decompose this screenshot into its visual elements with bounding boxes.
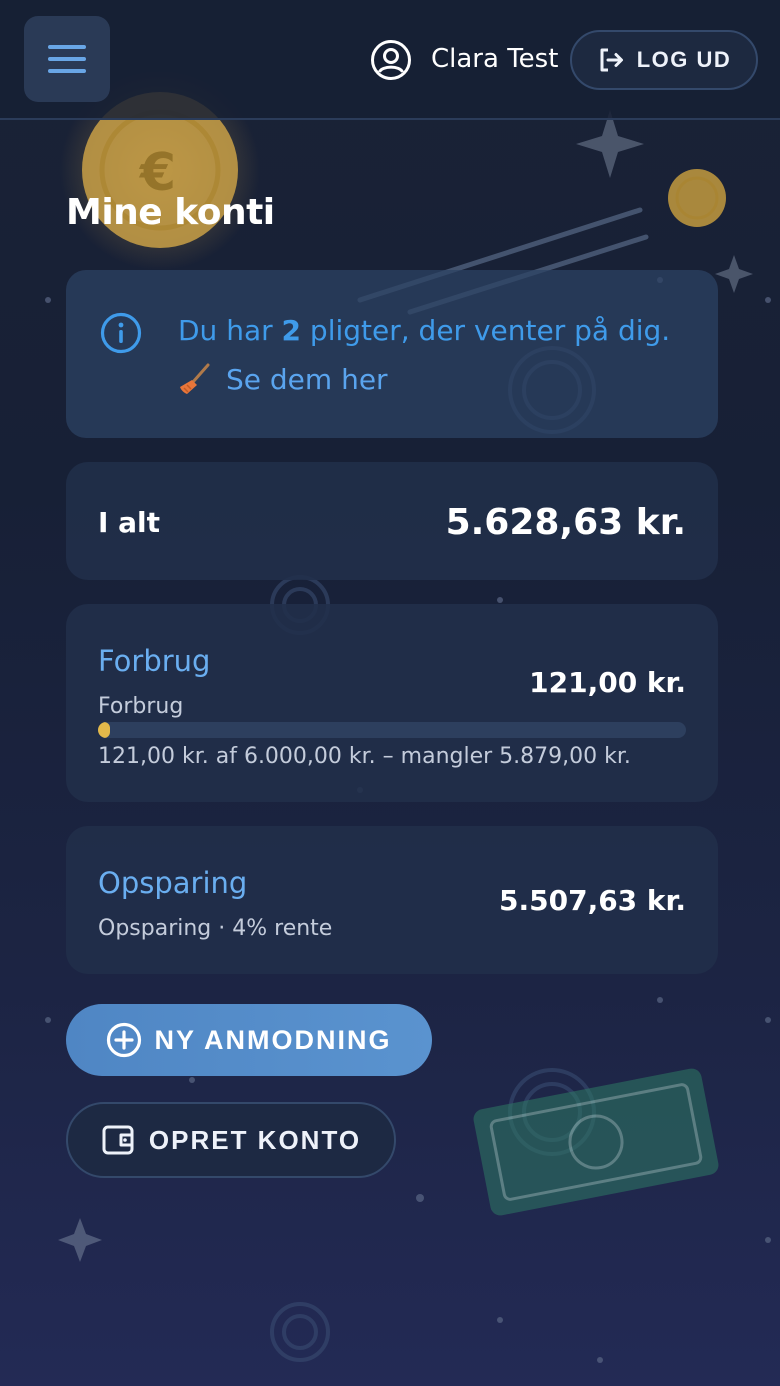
- broom-icon: [180, 363, 210, 394]
- see-chores-label: Se dem her: [226, 362, 388, 396]
- menu-icon-bar-2: [48, 57, 86, 61]
- top-bar: Clara Test LOG UD: [0, 0, 780, 120]
- create-account-label: OPRET KONTO: [148, 1124, 362, 1155]
- total-balance-card: I alt 5.628,63 kr.: [66, 462, 718, 580]
- star-dots: [45, 277, 771, 1363]
- spending-progress-text: 121,00 kr. af 6.000,00 kr. – mangler 5.8…: [98, 744, 631, 769]
- notice-prefix: Du har: [178, 314, 282, 347]
- account-subtitle: Opsparing · 4% rente: [98, 916, 333, 941]
- wallet-icon: [102, 1125, 134, 1155]
- notice-suffix: pligter, der venter på dig.: [301, 314, 671, 347]
- account-name: Opsparing: [98, 866, 248, 900]
- menu-button[interactable]: [24, 16, 110, 102]
- account-card-opsparing[interactable]: Opsparing Opsparing · 4% rente 5.507,63 …: [66, 826, 718, 974]
- chores-notice: Du har 2 pligter, der venter på dig. Se …: [66, 270, 718, 438]
- account-subtitle: Forbrug: [98, 694, 184, 719]
- see-chores-link[interactable]: Se dem her: [178, 362, 388, 396]
- account-balance: 121,00 kr.: [529, 666, 686, 699]
- total-label: I alt: [98, 506, 161, 539]
- info-icon: [100, 312, 142, 354]
- menu-icon: [48, 45, 86, 49]
- chores-count: 2: [281, 314, 302, 347]
- user-name: Clara Test: [431, 44, 559, 74]
- account-card-forbrug[interactable]: Forbrug Forbrug 121,00 kr. 121,00 kr. af…: [66, 604, 718, 802]
- create-account-button[interactable]: OPRET KONTO: [66, 1102, 396, 1178]
- chores-notice-text: Du har 2 pligter, der venter på dig.: [178, 314, 670, 347]
- small-gold-coin-icon: [668, 169, 726, 227]
- plus-circle-icon: [107, 1022, 142, 1058]
- banknote-icon: [473, 1068, 719, 1216]
- spending-progress-bar: [98, 722, 686, 738]
- menu-icon-bar-3: [48, 69, 86, 73]
- logout-icon: [600, 48, 623, 72]
- account-balance: 5.507,63 kr.: [499, 884, 686, 917]
- logout-button[interactable]: LOG UD: [570, 30, 758, 90]
- new-request-button[interactable]: NY ANMODNING: [66, 1004, 432, 1076]
- page-title: Mine konti: [66, 192, 275, 233]
- account-name: Forbrug: [98, 644, 211, 678]
- new-request-label: NY ANMODNING: [154, 1024, 392, 1055]
- user-avatar-icon: [371, 40, 411, 80]
- spending-progress-fill: [98, 722, 110, 738]
- total-value: 5.628,63 kr.: [445, 502, 686, 543]
- logout-label: LOG UD: [636, 47, 732, 72]
